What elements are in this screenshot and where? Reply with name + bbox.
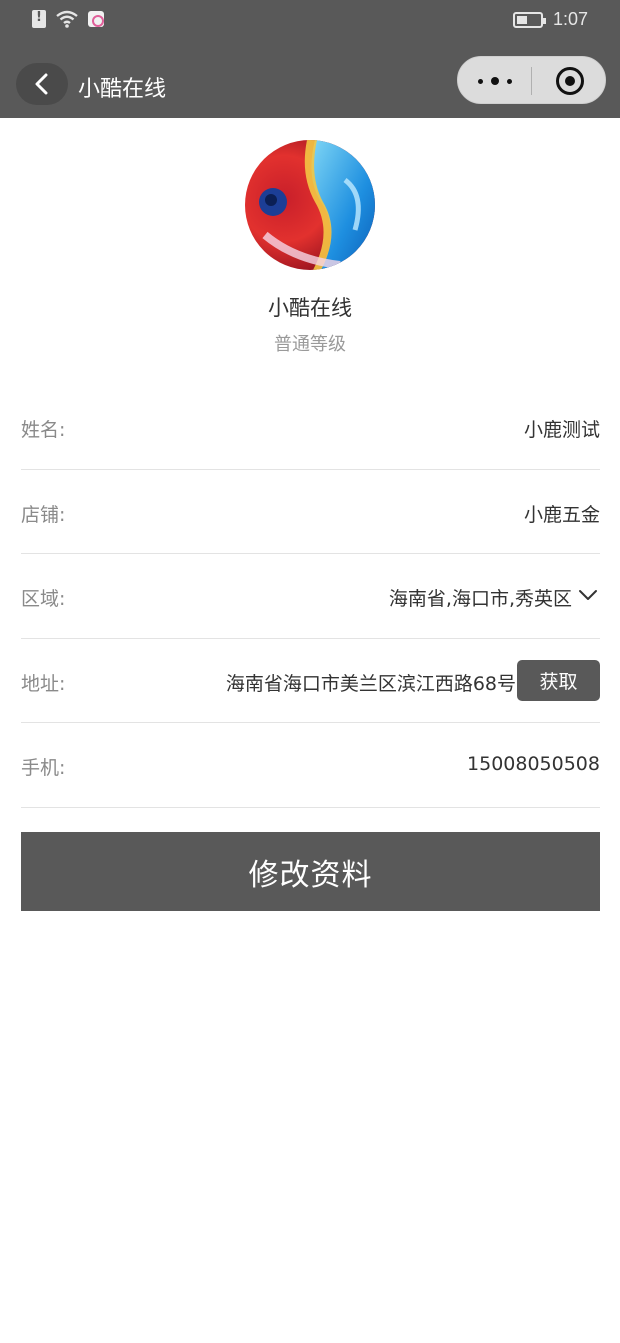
shop-label: 店铺: — [21, 503, 66, 526]
sim-alert-icon — [32, 10, 46, 28]
form-row-name: 姓名: 小鹿测试 — [21, 385, 600, 470]
avatar[interactable] — [245, 140, 375, 270]
shop-field[interactable]: 小鹿五金 — [524, 500, 600, 527]
chevron-down-icon[interactable] — [578, 588, 598, 602]
form-row-shop: 店铺: 小鹿五金 — [21, 470, 600, 554]
name-label: 姓名: — [21, 419, 66, 441]
form-row-region[interactable]: 区域: 海南省,海口市,秀英区 — [21, 554, 600, 639]
region-picker[interactable]: 海南省,海口市,秀英区 — [389, 584, 572, 611]
phone-field[interactable]: 15008050508 — [467, 753, 600, 775]
form-row-phone: 手机: 15008050508 — [21, 723, 600, 808]
close-target-icon[interactable] — [556, 67, 584, 95]
address-label: 地址: — [21, 672, 66, 695]
avatar-image — [245, 140, 375, 270]
profile-form: 姓名: 小鹿测试 店铺: 小鹿五金 区域: 海南省,海口市,秀英区 地址: 海南… — [21, 385, 600, 808]
battery-icon — [512, 11, 546, 28]
name-field[interactable]: 小鹿测试 — [524, 415, 600, 442]
profile-name: 小酷在线 — [268, 296, 352, 320]
back-button[interactable] — [16, 63, 68, 105]
more-dots-icon — [478, 78, 483, 84]
chevron-left-icon — [35, 73, 48, 95]
wifi-icon — [56, 10, 78, 28]
app-notification-icon — [88, 11, 104, 27]
page-title: 小酷在线 — [78, 77, 167, 102]
mini-program-capsule — [457, 56, 606, 104]
status-time: 1:07 — [552, 9, 588, 29]
form-row-address: 地址: 海南省海口市美兰区滨江西路68号 — [21, 639, 600, 723]
edit-profile-button[interactable]: 修改资料 — [21, 832, 600, 911]
nav-bar: 小酷在线 — [0, 44, 620, 118]
more-button[interactable] — [478, 57, 512, 105]
get-location-button[interactable]: 获取 — [517, 660, 600, 701]
status-icons-left — [32, 10, 104, 28]
region-label: 区域: — [21, 588, 66, 610]
address-field[interactable]: 海南省海口市美兰区滨江西路68号 — [226, 669, 516, 696]
capsule-divider — [531, 67, 532, 95]
status-icons-right: 1:07 — [512, 9, 588, 30]
status-bar: 1:07 — [0, 0, 620, 44]
phone-label: 手机: — [21, 757, 66, 779]
member-level: 普通等级 — [274, 334, 346, 355]
